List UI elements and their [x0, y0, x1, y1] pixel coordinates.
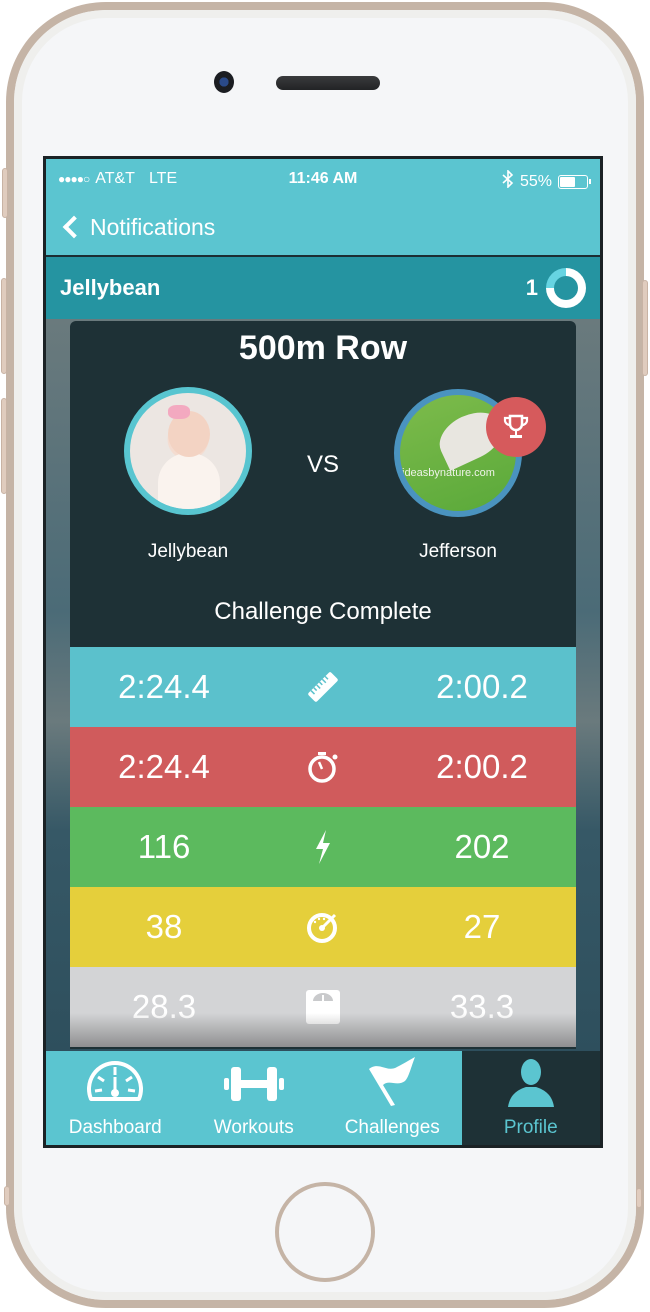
stopwatch-icon	[258, 749, 388, 785]
bluetooth-icon	[502, 169, 514, 193]
frame-notch-right	[636, 1188, 642, 1208]
stat-right-value: 33.3	[449, 988, 515, 1025]
stat-left-value: 28.3	[131, 988, 197, 1025]
stat-row-weight: 28.3 33.3	[70, 967, 576, 1047]
speedometer-icon	[258, 909, 388, 945]
tab-label: Challenges	[344, 1117, 440, 1138]
stat-left-value: 38	[145, 908, 183, 945]
front-camera	[214, 71, 234, 93]
tab-label: Dashboard	[68, 1117, 162, 1138]
tab-dashboard[interactable]: Dashboard	[46, 1051, 185, 1145]
user-header: Jellybean 1	[46, 257, 600, 319]
stat-right-value: 27	[463, 908, 501, 945]
power-button	[642, 280, 648, 376]
back-button[interactable]: Notifications	[46, 199, 600, 255]
ruler-icon	[258, 667, 388, 707]
stat-left-value: 116	[137, 828, 191, 865]
battery-percent: 55%	[519, 172, 552, 190]
stat-row-power: 116 202	[70, 807, 576, 887]
dashboard-gauge-icon	[85, 1055, 145, 1117]
stat-left-value: 2:24.4	[118, 668, 210, 705]
person-icon	[506, 1057, 556, 1117]
avatar-text: ideasbynature.com	[402, 467, 495, 479]
stat-row-pace: 38 27	[70, 887, 576, 967]
status-bar: ●●●●○ AT&T LTE 11:46 AM 55%	[46, 159, 600, 199]
tab-profile[interactable]: Profile	[461, 1051, 600, 1145]
lightning-icon	[258, 829, 388, 865]
challenge-title: 500m Row	[238, 329, 408, 367]
player-name-left: Jellybean	[147, 541, 229, 562]
tab-workouts[interactable]: Workouts	[184, 1051, 323, 1145]
stat-row-distance: 2:24.4 2:00.2	[70, 647, 576, 727]
battery-icon	[558, 174, 591, 189]
winner-trophy-icon	[486, 397, 546, 457]
flag-icon	[365, 1055, 419, 1117]
volume-down-button	[1, 398, 7, 494]
stat-row-time: 2:24.4 2:00.2	[70, 727, 576, 807]
frame-notch-left	[4, 1186, 10, 1206]
home-button[interactable]	[275, 1182, 375, 1282]
tab-label: Workouts	[213, 1117, 294, 1138]
app-screen: ●●●●○ AT&T LTE 11:46 AM 55% Notification…	[43, 156, 603, 1148]
challenge-count: 1	[525, 275, 538, 300]
scale-icon	[258, 989, 388, 1025]
dumbbell-icon	[223, 1061, 285, 1117]
stat-left-value: 2:24.4	[118, 748, 210, 785]
challenge-status: Challenge Complete	[214, 598, 432, 625]
progress-ring-icon	[546, 268, 586, 308]
volume-up-button	[1, 278, 7, 374]
challenge-card: 500m Row VS ideasbynature.com Jellybean …	[70, 321, 576, 1049]
stat-right-value: 2:00.2	[436, 668, 528, 705]
earpiece-speaker	[276, 76, 380, 90]
tab-bar: Dashboard Workouts Challenges Profile	[46, 1051, 600, 1145]
stat-right-value: 202	[454, 828, 510, 865]
player-name-right: Jefferson	[419, 541, 497, 562]
tab-label: Profile	[503, 1117, 558, 1138]
stat-right-value: 2:00.2	[436, 748, 528, 785]
mute-switch	[2, 168, 8, 218]
tab-challenges[interactable]: Challenges	[323, 1051, 462, 1145]
user-name: Jellybean	[60, 275, 161, 300]
back-label: Notifications	[90, 213, 216, 240]
chevron-left-icon	[62, 215, 86, 239]
